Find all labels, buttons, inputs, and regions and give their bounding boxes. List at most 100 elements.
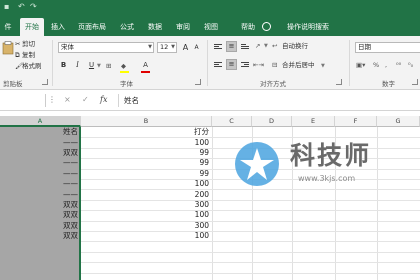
- column-header-d[interactable]: D: [252, 116, 292, 127]
- cell-b[interactable]: 100: [84, 138, 209, 148]
- cell-a[interactable]: ——: [2, 169, 78, 179]
- fill-color-swatch: [120, 71, 129, 73]
- gridline: [81, 262, 420, 264]
- cell-a[interactable]: 双双: [2, 200, 78, 210]
- tab-help[interactable]: 帮助: [236, 18, 260, 36]
- fill-color-icon[interactable]: ◆: [121, 62, 126, 70]
- formula-bar: ⋮ × ✓ fx 姓名: [0, 90, 420, 111]
- cell-a[interactable]: 双双: [2, 148, 78, 158]
- cell-a[interactable]: 姓名: [2, 127, 78, 137]
- alignment-launcher-icon[interactable]: [336, 79, 342, 85]
- insert-function-button[interactable]: fx: [100, 95, 107, 105]
- number-launcher-icon[interactable]: [412, 79, 418, 85]
- formula-bar-menu-icon[interactable]: ⋮: [48, 95, 56, 105]
- redo-icon[interactable]: ↷: [30, 3, 37, 11]
- cell-a[interactable]: ——: [2, 190, 78, 200]
- font-size-select[interactable]: 12 ▼: [157, 42, 177, 53]
- cell-a[interactable]: 双双: [2, 221, 78, 231]
- number-format-select[interactable]: 日期: [355, 42, 420, 53]
- comma-style-icon[interactable]: ,: [385, 61, 387, 69]
- cell-b[interactable]: 200: [84, 190, 209, 200]
- tab-view[interactable]: 视图: [200, 18, 222, 36]
- italic-button[interactable]: I: [72, 60, 83, 71]
- column-header-c[interactable]: C: [212, 116, 252, 127]
- title-bar: ▪ ↶ ↷: [0, 0, 420, 14]
- cell-b[interactable]: 100: [84, 210, 209, 220]
- cell-b[interactable]: 300: [84, 221, 209, 231]
- cut-button[interactable]: 剪切: [22, 40, 35, 48]
- align-bottom-icon[interactable]: [241, 44, 249, 51]
- increase-decimal-icon[interactable]: ⁰⁰: [396, 61, 401, 69]
- clipboard-launcher-icon[interactable]: [42, 79, 48, 85]
- font-name-select[interactable]: 宋体 ▼: [58, 42, 154, 53]
- name-box[interactable]: [0, 94, 46, 107]
- font-launcher-icon[interactable]: [195, 79, 201, 85]
- tab-home[interactable]: 开始: [20, 18, 44, 36]
- paste-icon[interactable]: [2, 41, 14, 55]
- cell-a[interactable]: 双双: [2, 210, 78, 220]
- column-header-a[interactable]: A: [0, 116, 81, 127]
- gridline: [377, 127, 378, 280]
- chevron-down-icon[interactable]: ▼: [97, 62, 101, 70]
- chevron-down-icon[interactable]: ▼: [264, 42, 268, 50]
- save-icon[interactable]: ▪: [4, 3, 9, 11]
- ribbon-home: ✂ 剪切 ⧉ 复制 🖌 格式刷 剪贴板 宋体 ▼ 12 ▼ A A B I U ▼ …: [0, 36, 420, 90]
- align-center-button[interactable]: ≡: [226, 59, 237, 70]
- align-middle-button[interactable]: ≡: [226, 41, 237, 52]
- cell-b[interactable]: 99: [84, 158, 209, 168]
- underline-button[interactable]: U: [86, 60, 97, 71]
- cell-a[interactable]: ——: [2, 158, 78, 168]
- tab-data[interactable]: 数据: [144, 18, 166, 36]
- decrease-decimal-icon[interactable]: ⁰₀: [408, 61, 413, 69]
- align-top-icon[interactable]: [214, 44, 222, 51]
- cell-b[interactable]: 100: [84, 231, 209, 241]
- clipboard-group-label: 剪贴板: [3, 80, 23, 88]
- cancel-entry-button[interactable]: ×: [64, 95, 71, 105]
- tab-review[interactable]: 审阅: [172, 18, 194, 36]
- cell-b[interactable]: 100: [84, 179, 209, 189]
- cell-b[interactable]: 300: [84, 200, 209, 210]
- tab-file[interactable]: 件: [0, 18, 16, 36]
- watermark-title: 科技师: [290, 141, 372, 170]
- copy-button[interactable]: 复制: [22, 51, 35, 59]
- merge-center-icon: ⊟: [272, 61, 278, 69]
- align-left-icon[interactable]: [214, 62, 222, 69]
- column-header-e[interactable]: E: [292, 116, 335, 127]
- column-header-b[interactable]: B: [81, 116, 212, 127]
- cell-b[interactable]: 99: [84, 169, 209, 179]
- wrap-text-button[interactable]: 自动换行: [282, 42, 308, 50]
- lightbulb-icon: [262, 22, 271, 31]
- shrink-font-button[interactable]: A: [191, 42, 202, 53]
- merge-center-button[interactable]: 合并后居中: [282, 61, 315, 69]
- chevron-down-icon[interactable]: ▼: [321, 62, 325, 70]
- cell-b[interactable]: 99: [84, 148, 209, 158]
- tab-page-layout[interactable]: 页面布局: [73, 18, 111, 36]
- cell-b[interactable]: 打分: [84, 127, 209, 137]
- worksheet-grid[interactable]: A B C D E F G 姓名 打分 —— 100 双双 99 —— 99 —— 99 —— 100…: [0, 111, 420, 280]
- cell-a[interactable]: ——: [2, 138, 78, 148]
- group-separator: [207, 40, 208, 86]
- undo-icon[interactable]: ↶: [18, 3, 25, 11]
- indent-icon[interactable]: ⇤⇥: [253, 61, 264, 69]
- cell-a[interactable]: 双双: [2, 231, 78, 241]
- format-painter-button[interactable]: 格式刷: [22, 62, 42, 70]
- cell-a[interactable]: ——: [2, 179, 78, 189]
- column-header-g[interactable]: G: [377, 116, 420, 127]
- font-color-button[interactable]: A: [140, 60, 151, 71]
- alignment-group-label: 对齐方式: [260, 80, 286, 88]
- border-icon[interactable]: ⊞: [106, 62, 111, 70]
- bold-button[interactable]: B: [58, 60, 69, 71]
- scissors-icon: ✂: [15, 40, 21, 48]
- tab-insert[interactable]: 插入: [47, 18, 69, 36]
- grow-font-button[interactable]: A: [180, 42, 191, 53]
- currency-icon[interactable]: ▣▾: [356, 61, 365, 69]
- column-header-f[interactable]: F: [335, 116, 377, 127]
- tell-me-search[interactable]: 操作说明搜索: [276, 18, 340, 36]
- tab-formulas[interactable]: 公式: [116, 18, 138, 36]
- formula-input[interactable]: 姓名: [118, 94, 420, 107]
- align-right-icon[interactable]: [241, 62, 249, 69]
- orientation-icon[interactable]: ↗: [255, 42, 260, 50]
- percent-icon[interactable]: %: [373, 61, 379, 69]
- confirm-entry-button[interactable]: ✓: [82, 95, 89, 105]
- gridline: [81, 272, 420, 274]
